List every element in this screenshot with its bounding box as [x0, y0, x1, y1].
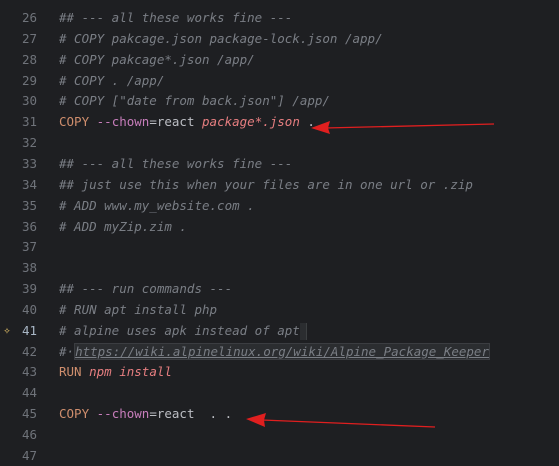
code-editor[interactable]: 26 ## --- all these works fine --- 27 # COP…: [0, 0, 559, 463]
arrow-line-31: [311, 121, 495, 134]
annotation-arrows: [246, 121, 495, 428]
arrow-line-45: [246, 413, 436, 428]
